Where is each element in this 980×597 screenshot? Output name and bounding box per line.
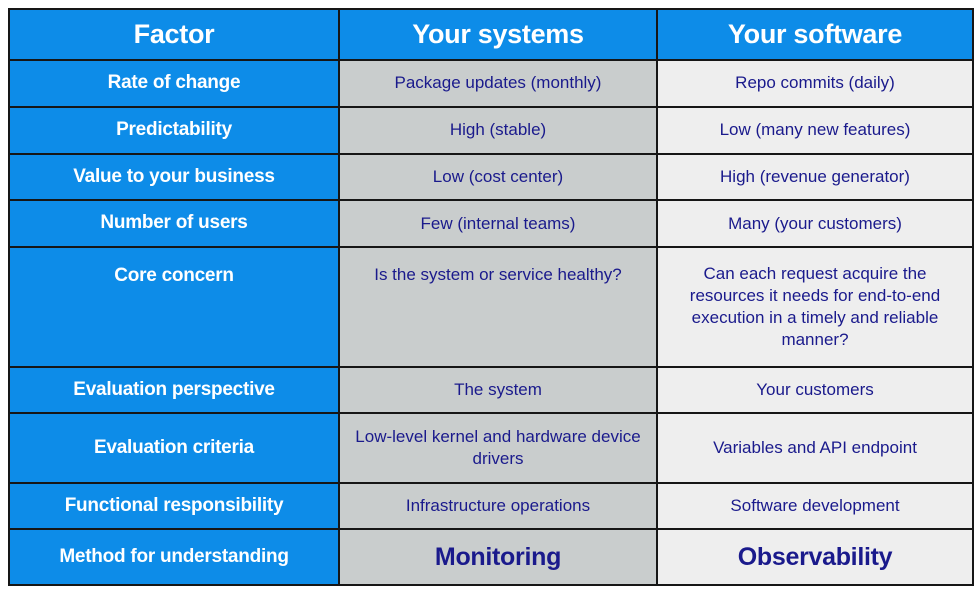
table-row: Evaluation perspective The system Your c… [8,365,974,415]
cell-your-software: Many (your customers) [656,199,974,248]
cell-your-systems: The system [338,365,658,415]
table-row: Value to your business Low (cost center)… [8,152,974,202]
table-row: Number of users Few (internal teams) Man… [8,199,974,248]
cell-your-software: Can each request acquire the resources i… [656,245,974,368]
table-row: Predictability High (stable) Low (many n… [8,105,974,155]
cell-factor: Predictability [8,105,340,155]
cell-factor: Evaluation perspective [8,365,340,415]
cell-your-systems: Low (cost center) [338,152,658,202]
cell-your-software: Your customers [656,365,974,415]
cell-your-software: High (revenue generator) [656,152,974,202]
table-row: Rate of change Package updates (monthly)… [8,59,974,108]
comparison-table-container: Factor Your systems Your software Rate o… [8,7,974,586]
table-body: Rate of change Package updates (monthly)… [8,59,974,586]
cell-your-systems: Is the system or service healthy? [338,245,658,368]
table-row: Method for understanding Monitoring Obse… [8,528,974,586]
cell-your-systems: Low-level kernel and hardware device dri… [338,412,658,484]
cell-factor: Number of users [8,199,340,248]
column-header-your-software: Your software [656,7,974,62]
cell-factor: Method for understanding [8,528,340,586]
table-row: Core concern Is the system or service he… [8,245,974,368]
cell-your-software: Low (many new features) [656,105,974,155]
cell-your-systems: Monitoring [338,528,658,586]
column-header-factor: Factor [8,7,340,62]
table-row: Functional responsibility Infrastructure… [8,481,974,531]
cell-your-software: Variables and API endpoint [656,412,974,484]
cell-your-systems: Package updates (monthly) [338,59,658,108]
cell-factor: Core concern [8,245,340,368]
cell-factor: Functional responsibility [8,481,340,531]
column-header-your-systems: Your systems [338,7,658,62]
cell-your-systems: High (stable) [338,105,658,155]
cell-factor: Rate of change [8,59,340,108]
cell-your-software: Software development [656,481,974,531]
cell-factor: Value to your business [8,152,340,202]
table-header: Factor Your systems Your software [8,7,974,62]
cell-your-software: Observability [656,528,974,586]
cell-your-software: Repo commits (daily) [656,59,974,108]
table-row: Evaluation criteria Low-level kernel and… [8,412,974,484]
cell-factor: Evaluation criteria [8,412,340,484]
cell-your-systems: Infrastructure operations [338,481,658,531]
cell-your-systems: Few (internal teams) [338,199,658,248]
header-row: Factor Your systems Your software [8,7,974,62]
comparison-table: Factor Your systems Your software Rate o… [8,7,974,586]
